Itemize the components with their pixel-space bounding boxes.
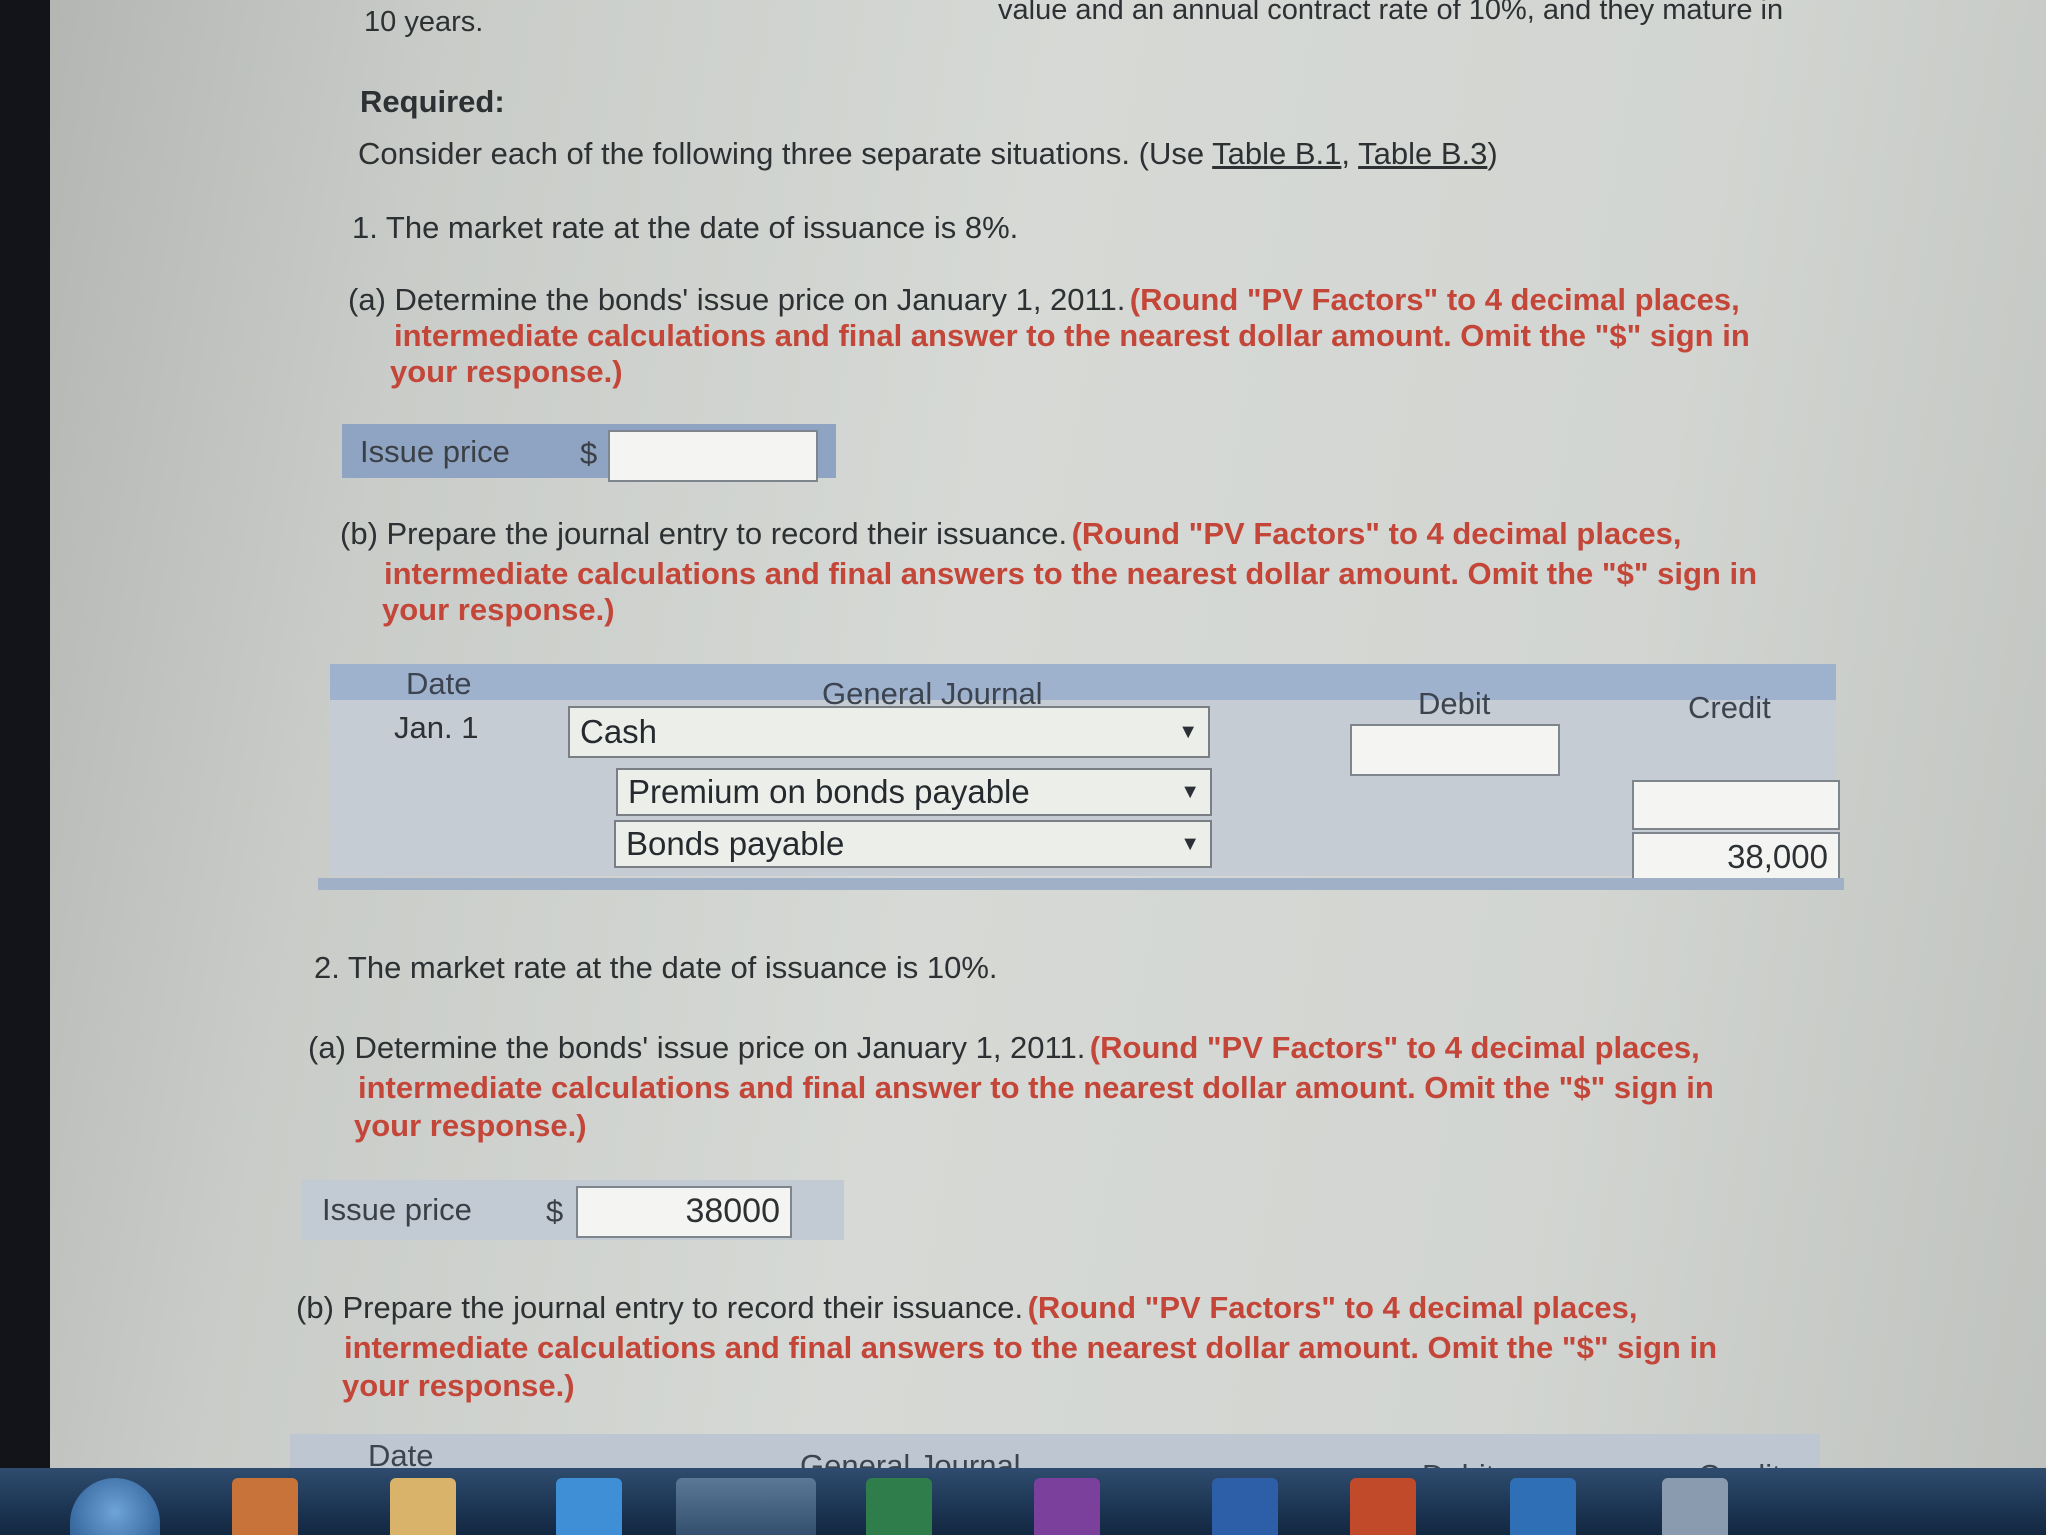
- table-b1-link[interactable]: Table B.1: [1212, 136, 1341, 171]
- part-b-note-l1: (Round "PV Factors" to 4 decimal places,: [1071, 516, 1682, 551]
- situation-2-part-b: (b) Prepare the journal entry to record …: [296, 1290, 1638, 1326]
- account-select-bonds-payable-value: Bonds payable: [626, 825, 845, 862]
- issue-price-label-2: Issue price: [322, 1192, 472, 1227]
- excel-icon[interactable]: [866, 1478, 932, 1535]
- part-b-note-l2: intermediate calculations and final answ…: [384, 556, 1758, 591]
- part-a-note-l1: (Round "PV Factors" to 4 decimal places,: [1129, 282, 1740, 317]
- part-b-note-l3-2: your response.): [342, 1368, 575, 1403]
- issue-price-label-1: Issue price: [360, 434, 510, 469]
- part-b-note-l2-2: intermediate calculations and final answ…: [344, 1330, 1718, 1365]
- outlook-icon[interactable]: [1510, 1478, 1576, 1535]
- account-select-premium[interactable]: Premium on bonds payable ▼: [616, 768, 1212, 816]
- part-b-note-l3: your response.): [382, 592, 615, 627]
- col-debit: Debit: [1418, 686, 1491, 721]
- chevron-down-icon: ▼: [1180, 833, 1200, 855]
- top-line-right: value and an annual contract rate of 10%…: [998, 0, 1784, 26]
- internet-explorer-icon[interactable]: [556, 1478, 622, 1535]
- situation-1-part-b: (b) Prepare the journal entry to record …: [340, 516, 1682, 552]
- situation-2-part-a: (a) Determine the bonds' issue price on …: [308, 1030, 1700, 1066]
- situation-1-part-a: (a) Determine the bonds' issue price on …: [348, 282, 1740, 318]
- required-label: Required:: [360, 84, 505, 119]
- part-b-prefix: (b) Prepare the journal entry to record …: [340, 516, 1068, 551]
- chevron-down-icon: ▼: [1178, 721, 1198, 743]
- part-b-note-l1-2: (Round "PV Factors" to 4 decimal places,: [1027, 1290, 1638, 1325]
- instructions: Consider each of the following three sep…: [358, 136, 1498, 172]
- currency-symbol-1: $: [580, 436, 598, 471]
- journal-header-1: [330, 664, 1836, 700]
- account-select-cash-value: Cash: [580, 713, 658, 750]
- onenote-icon[interactable]: [1034, 1478, 1100, 1535]
- chevron-down-icon: ▼: [1180, 781, 1200, 803]
- situation-2-heading: 2. The market rate at the date of issuan…: [314, 950, 998, 985]
- credit-input-premium[interactable]: [1632, 780, 1840, 830]
- currency-symbol-2: $: [546, 1194, 564, 1229]
- windows-start-icon[interactable]: [70, 1478, 160, 1535]
- issue-price-input-2[interactable]: 38000: [576, 1186, 792, 1238]
- taskbar: [0, 1468, 2046, 1535]
- link-separator: ,: [1341, 136, 1351, 171]
- part-a-note-l2-2: intermediate calculations and final answ…: [358, 1070, 1714, 1105]
- part-a-prefix-2: (a) Determine the bonds' issue price on …: [308, 1030, 1086, 1065]
- debit-input-cash[interactable]: [1350, 724, 1560, 776]
- col-credit: Credit: [1688, 690, 1771, 725]
- account-select-cash[interactable]: Cash ▼: [568, 706, 1210, 758]
- instructions-text: Consider each of the following three sep…: [358, 136, 1205, 171]
- account-select-premium-value: Premium on bonds payable: [628, 773, 1030, 810]
- part-a-note-l3: your response.): [390, 354, 623, 389]
- part-a-note-l3-2: your response.): [354, 1108, 587, 1143]
- top-fragment: 10 years.: [364, 6, 484, 38]
- powerpoint-icon[interactable]: [1350, 1478, 1416, 1535]
- instructions-close: ): [1487, 136, 1498, 171]
- situation-1-heading: 1. The market rate at the date of issuan…: [352, 210, 1019, 245]
- credit-input-bonds-payable[interactable]: 38,000: [1632, 832, 1840, 884]
- part-b-prefix-2: (b) Prepare the journal entry to record …: [296, 1290, 1024, 1325]
- part-a-prefix: (a) Determine the bonds' issue price on …: [348, 282, 1126, 317]
- file-explorer-icon[interactable]: [390, 1478, 456, 1535]
- issue-price-input-1[interactable]: [608, 430, 818, 482]
- table-b3-link[interactable]: Table B.3: [1358, 136, 1487, 171]
- media-player-icon[interactable]: [232, 1478, 298, 1535]
- part-a-note-l2: intermediate calculations and final answ…: [394, 318, 1750, 353]
- journal-divider-1: [318, 878, 1844, 890]
- col-date: Date: [406, 666, 472, 701]
- assignment-page: 10 years. value and an annual contract r…: [50, 0, 2046, 1535]
- app-icon[interactable]: [1662, 1478, 1728, 1535]
- chrome-icon[interactable]: [676, 1478, 816, 1535]
- account-select-bonds-payable[interactable]: Bonds payable ▼: [614, 820, 1212, 868]
- part-a-note-l1-2: (Round "PV Factors" to 4 decimal places,: [1089, 1030, 1700, 1065]
- word-icon[interactable]: [1212, 1478, 1278, 1535]
- entry-date: Jan. 1: [394, 710, 479, 745]
